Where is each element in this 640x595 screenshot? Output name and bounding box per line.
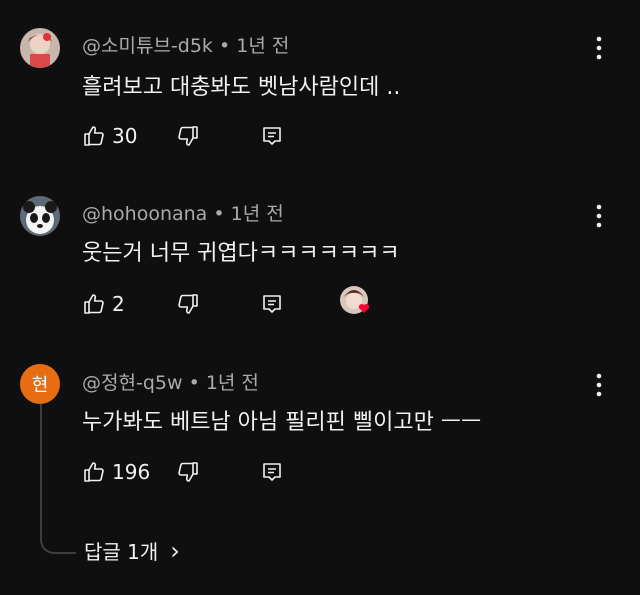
thumbs-up-icon [84,462,104,482]
comment-author[interactable]: @hohoonana [82,203,207,225]
creator-heart-icon [340,286,370,314]
reply-comment-icon [263,127,281,145]
comment-text: 누가봐도 베트남 아님 필리핀 삘이고만 ㅡㅡ [82,410,482,435]
dislike-button[interactable] [176,288,200,320]
thumbs-down-icon [178,126,198,146]
dislike-button[interactable] [176,456,200,488]
comment-meta: @hohoonana • 1년 전 [82,199,284,226]
comment-author[interactable]: @정현-q5w [82,372,183,394]
thumbs-down-icon [178,462,198,482]
avatar-letter: 현 [31,375,49,396]
dislike-button[interactable] [176,120,200,152]
reply-comment-icon [263,295,281,313]
reply-button[interactable] [260,288,284,320]
creator-heart-badge [338,286,374,318]
comment-time[interactable]: 1년 전 [231,203,284,225]
like-button[interactable]: 2 [82,288,125,320]
like-button[interactable]: 196 [82,456,150,488]
reply-button[interactable] [260,120,284,152]
more-options-icon[interactable] [589,371,609,399]
thumbs-up-icon [84,294,104,314]
view-replies-button[interactable]: 답글 1개 › [84,536,180,565]
like-count: 30 [112,124,138,148]
reply-comment-icon [263,463,281,481]
comment-actions: 30 [82,120,622,152]
replies-label: 답글 1개 [84,540,159,564]
meta-separator: • [188,372,200,394]
more-options-icon[interactable] [589,202,609,230]
comment-meta: @정현-q5w • 1년 전 [82,368,259,395]
like-count: 2 [112,292,125,316]
more-options-icon[interactable] [589,34,609,62]
comment-time[interactable]: 1년 전 [236,35,289,57]
like-button[interactable]: 30 [82,120,137,152]
thumbs-down-icon [178,294,198,314]
reply-button[interactable] [260,456,284,488]
chevron-right-icon: › [170,536,180,565]
meta-separator: • [213,203,225,225]
comment-author[interactable]: @소미튜브-d5k [82,35,213,57]
comment-meta: @소미튜브-d5k • 1년 전 [82,31,289,58]
avatar-somitube[interactable] [20,28,60,68]
reply-thread-line [40,404,76,554]
comment-actions: 2 [82,286,622,320]
comment-text: 웃는거 너무 귀엽다ㅋㅋㅋㅋㅋㅋㅋ [82,241,400,266]
comment-time[interactable]: 1년 전 [206,372,259,394]
like-count: 196 [112,460,151,484]
comment-actions: 196 [82,456,622,488]
avatar-hohoonana[interactable] [20,196,60,236]
avatar-jeonghyeon[interactable]: 현 [20,364,60,404]
comment-text: 흘려보고 대충봐도 벳남사람인데 .. [82,75,401,100]
meta-separator: • [218,35,231,57]
thumbs-up-icon [84,126,104,146]
